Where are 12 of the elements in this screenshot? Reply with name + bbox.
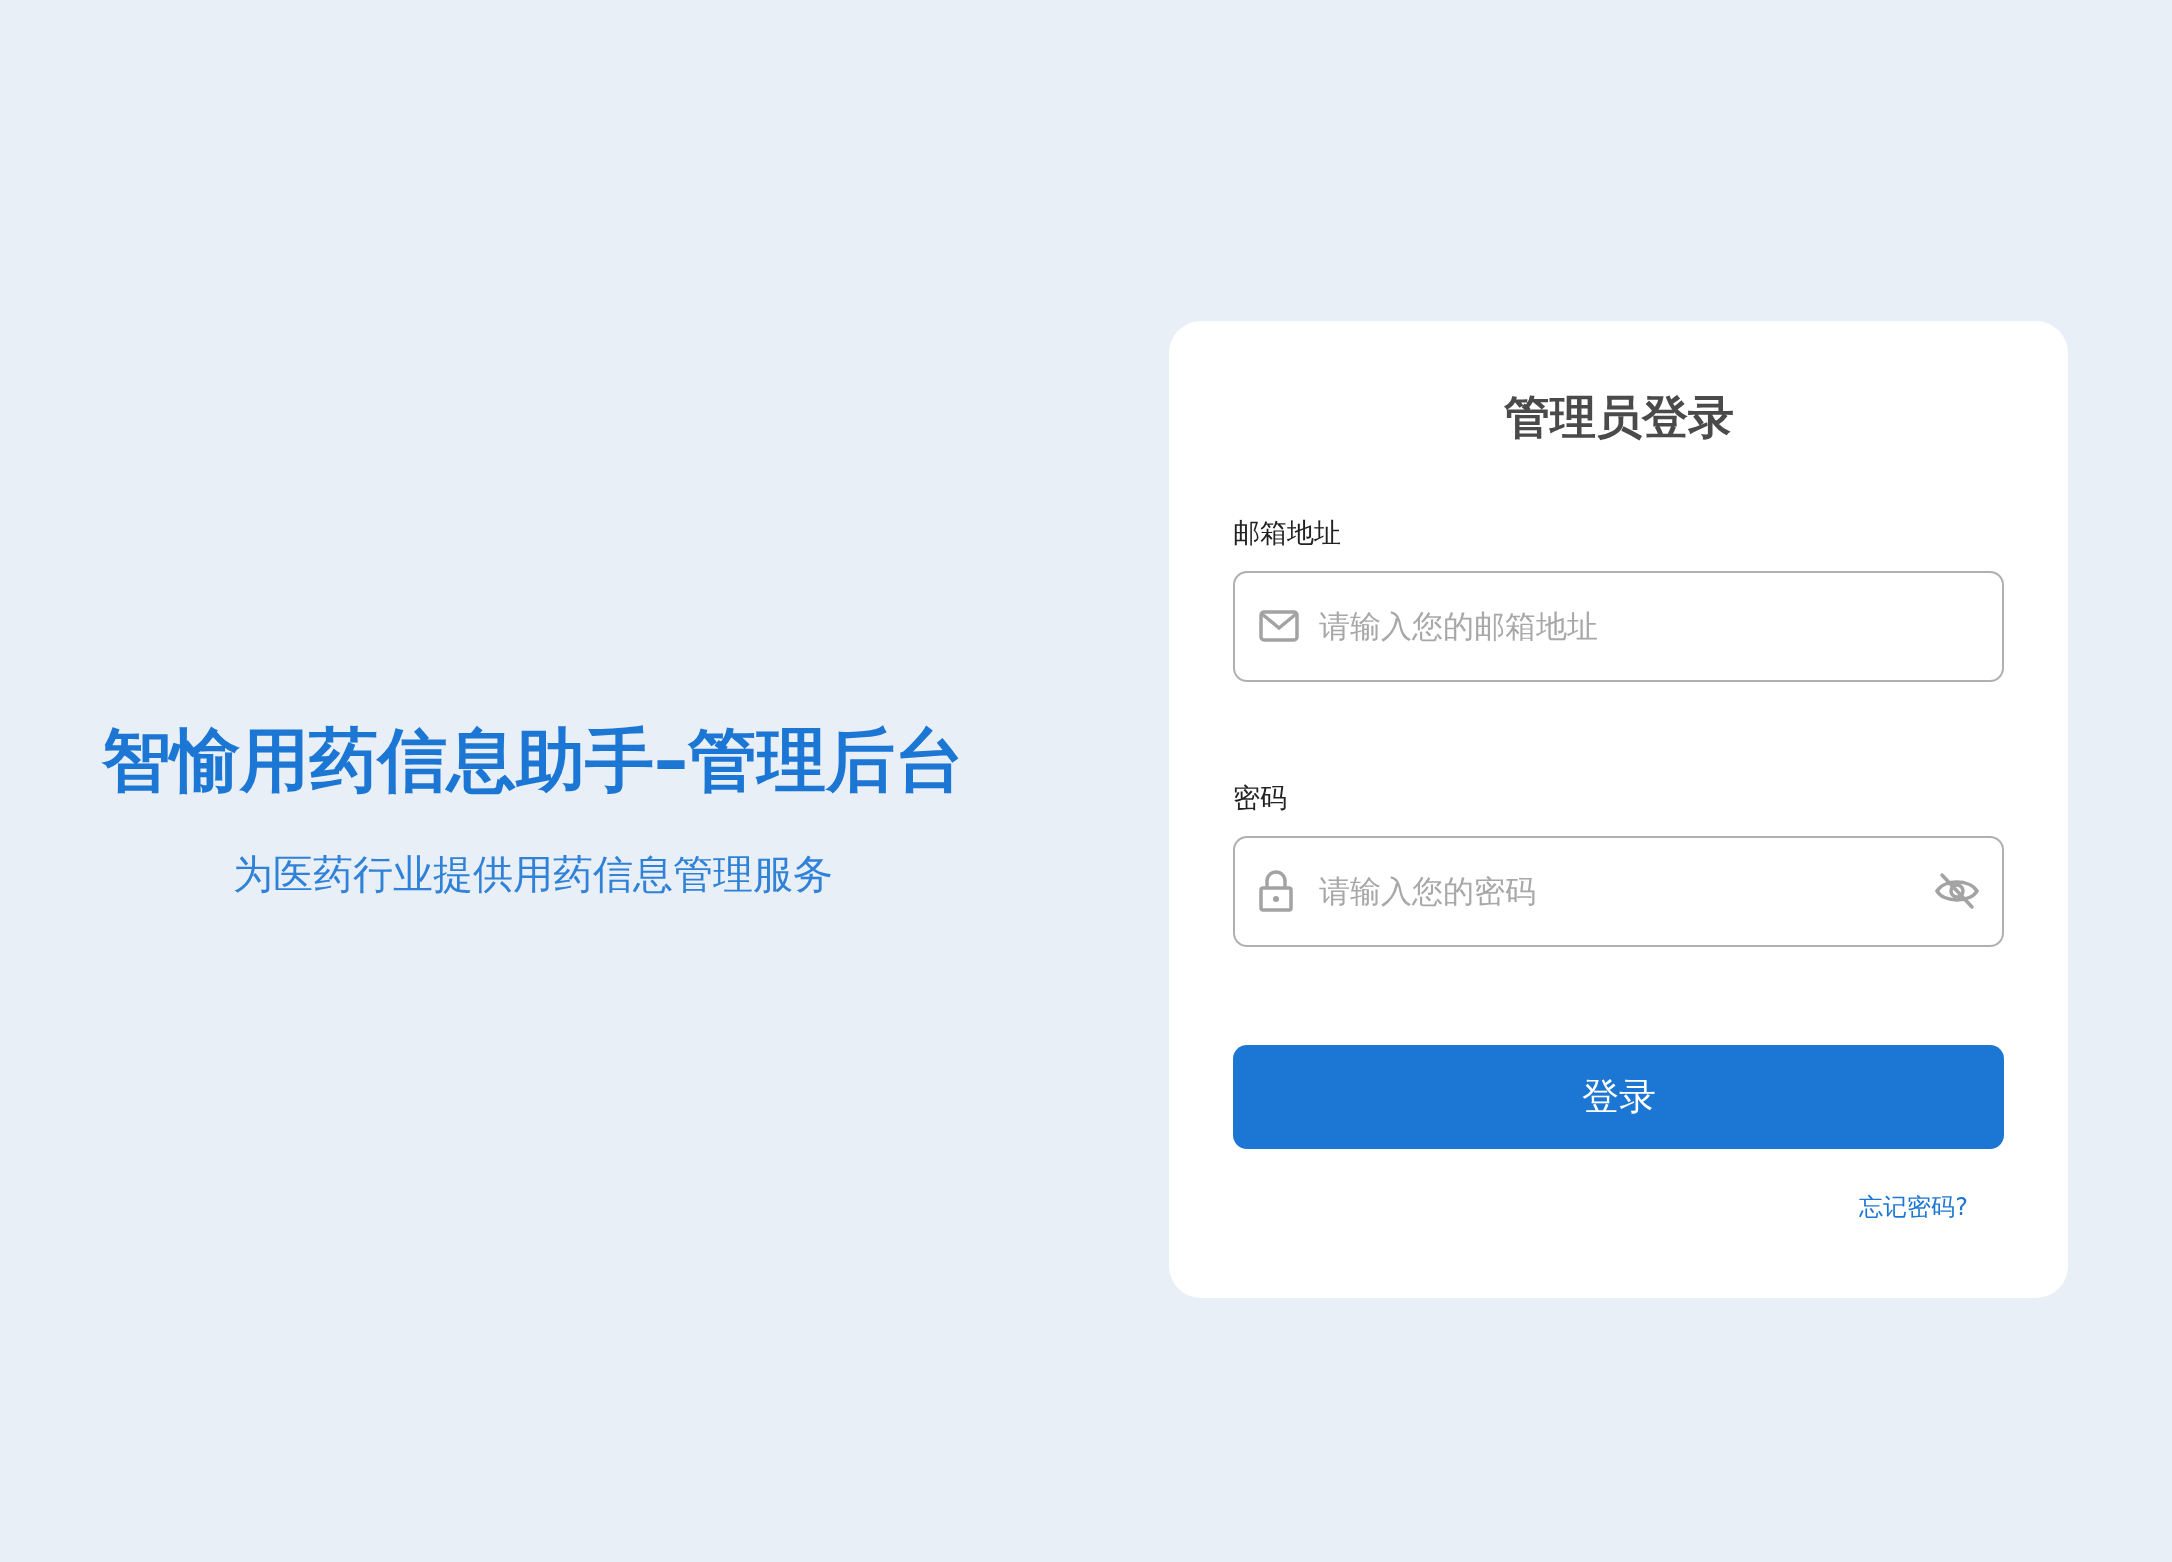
login-title: 管理员登录 <box>1503 388 1734 446</box>
forgot-password-link[interactable]: 忘记密码? <box>1859 1190 1968 1223</box>
field-label: 邮箱地址 <box>1233 515 1341 550</box>
lock-icon <box>1259 870 1293 912</box>
app-subtitle: 为医药行业提供用药信息管理服务 <box>233 849 833 899</box>
app-title: 智愉用药信息助手–管理后台 <box>101 718 965 802</box>
envelope-icon <box>1259 610 1299 642</box>
login-button[interactable]: 登录 <box>1233 1044 2004 1149</box>
email-field[interactable]: 请输入您的邮箱地址 <box>1233 570 2004 682</box>
eye-slash-icon[interactable] <box>1934 871 1980 911</box>
field-label: 密码 <box>1233 780 1287 815</box>
password-field[interactable]: 请输入您的密码 <box>1233 835 2004 947</box>
